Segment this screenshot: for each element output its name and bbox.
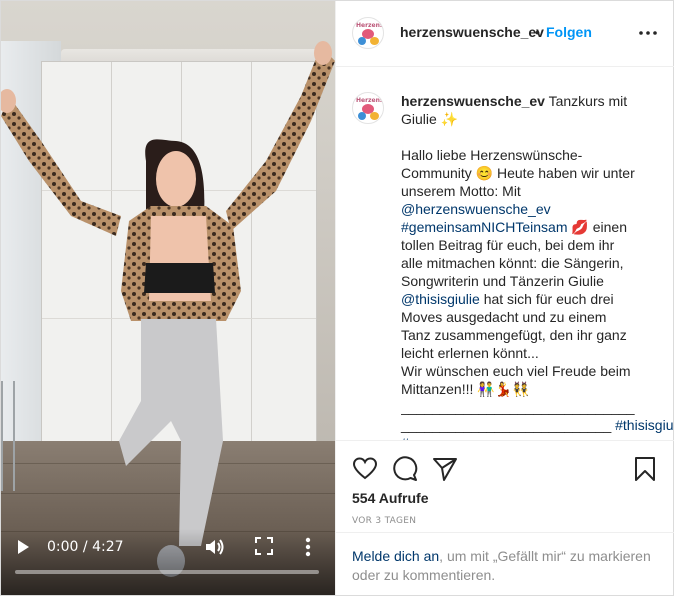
video-time: 0:00 / 4:27 <box>47 539 124 555</box>
post-actions: 554 Aufrufe VOR 3 TAGEN <box>336 440 674 540</box>
video-controls: 0:00 / 4:27 <box>1 529 335 595</box>
post-caption: herzenswuensche_ev Tanzkurs mit Giulie ✨… <box>401 92 674 440</box>
comments-area[interactable]: Herzens herzenswuensche_ev Tanzkurs mit … <box>336 68 674 440</box>
post-date[interactable]: VOR 3 TAGEN <box>352 516 416 526</box>
post-author-username[interactable]: herzenswuensche_ev <box>400 24 544 40</box>
post-side-panel: Herzens herzenswuensche_ev • Folgen Herz… <box>335 1 674 595</box>
comment-icon[interactable] <box>392 456 418 482</box>
caption-username[interactable]: herzenswuensche_ev <box>401 93 545 109</box>
avatar[interactable]: Herzens <box>352 92 384 124</box>
time-separator: / <box>78 539 93 555</box>
instagram-post: 0:00 / 4:27 Herzens herzenswuensche_ev •… <box>0 0 674 596</box>
current-time: 0:00 <box>47 539 79 555</box>
mention-link[interactable]: @thisisgiulie <box>401 291 480 307</box>
caption-divider: ______________________________ <box>401 399 635 415</box>
separator-dot: • <box>535 24 540 40</box>
video-player[interactable]: 0:00 / 4:27 <box>1 1 335 595</box>
avatar-logo-text: Herzens <box>356 97 384 104</box>
more-vertical-icon[interactable] <box>303 536 313 558</box>
video-progress-bar[interactable] <box>15 570 319 574</box>
mention-link[interactable]: @herzenswuensche_ev <box>401 201 551 217</box>
avatar-logo-text: Herzens <box>356 22 384 29</box>
fullscreen-icon[interactable] <box>255 537 273 555</box>
play-icon[interactable] <box>15 539 31 555</box>
post-header: Herzens herzenswuensche_ev • Folgen <box>336 1 674 67</box>
caption-text: Wir wünschen euch viel Freude beim Mitta… <box>401 363 631 397</box>
login-link[interactable]: Melde dich an <box>352 548 439 564</box>
hashtag-link[interactable]: #thisisgiulie <box>615 417 674 433</box>
paper-plane-icon[interactable] <box>432 456 458 482</box>
caption-text: Hallo liebe Herzenswünsche-Community 😊 H… <box>401 147 635 199</box>
dancer-figure <box>1 41 335 577</box>
bookmark-icon[interactable] <box>632 456 658 482</box>
avatar[interactable]: Herzens <box>352 17 384 49</box>
more-horizontal-icon[interactable] <box>638 23 658 43</box>
hashtag-link[interactable]: #gemeinsamNICHTeinsam <box>401 219 568 235</box>
duration: 4:27 <box>92 539 124 555</box>
views-count[interactable]: 554 Aufrufe <box>352 490 429 506</box>
follow-button[interactable]: Folgen <box>546 24 592 40</box>
volume-icon[interactable] <box>204 537 226 557</box>
caption-divider: ___________________________ <box>401 417 616 433</box>
login-prompt: Melde dich an, um mit „Gefällt mir“ zu m… <box>336 532 674 595</box>
heart-icon[interactable] <box>352 456 378 482</box>
